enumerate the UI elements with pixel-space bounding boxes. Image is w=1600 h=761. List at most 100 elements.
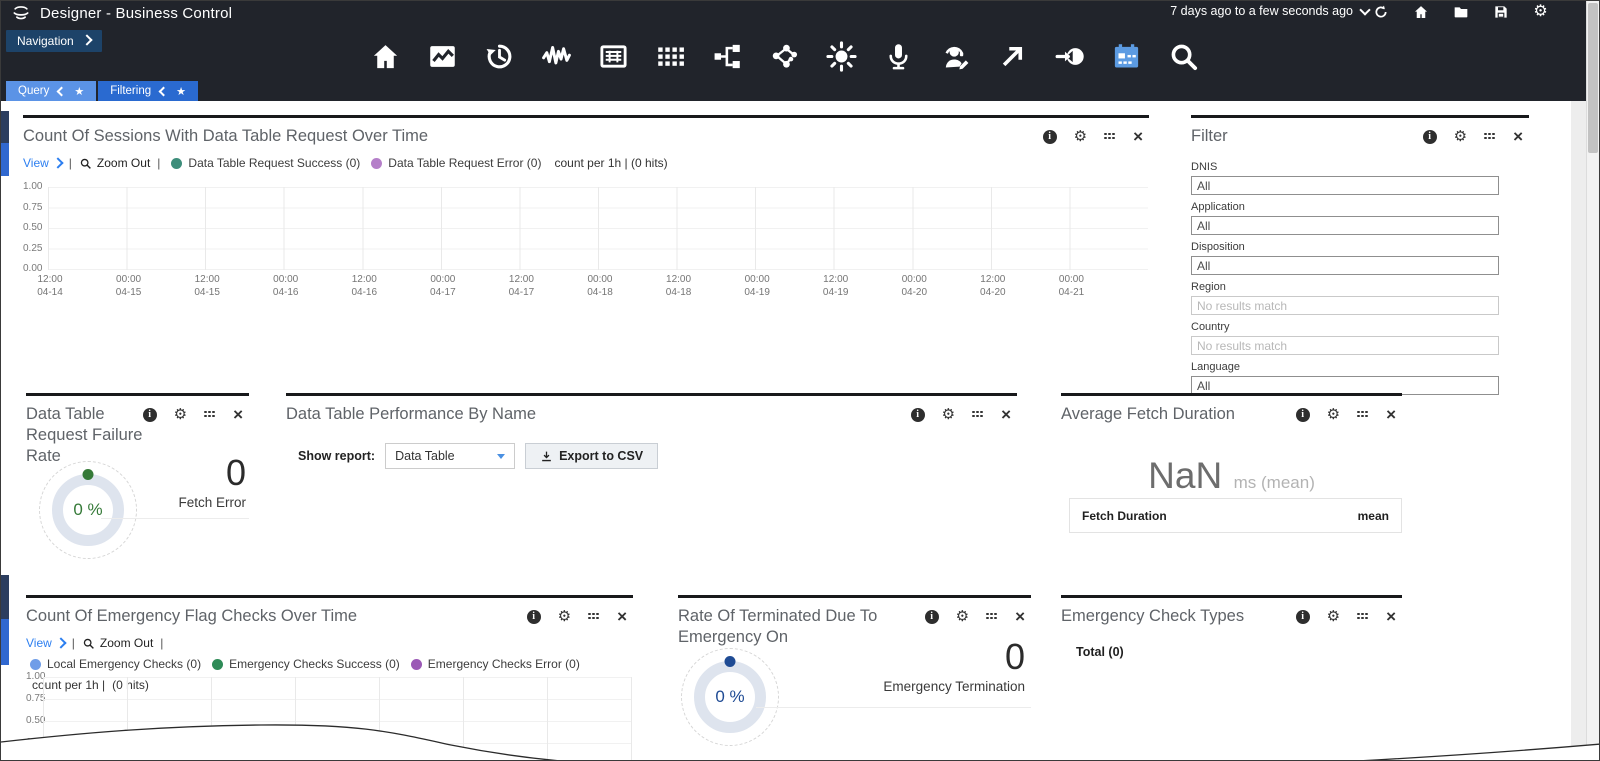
settings-icon[interactable]: ⚙ bbox=[956, 609, 969, 624]
x-axis-label: 00:0004-19 bbox=[744, 273, 770, 299]
agent-icon[interactable] bbox=[939, 39, 972, 74]
report-select[interactable]: Data Table bbox=[385, 443, 515, 469]
close-icon[interactable]: × bbox=[1133, 130, 1143, 144]
x-axis-label: 00:0004-15 bbox=[116, 273, 142, 299]
flow-icon[interactable] bbox=[711, 39, 744, 74]
stat-unit: ms (mean) bbox=[1234, 473, 1315, 492]
move-icon[interactable] bbox=[986, 613, 998, 621]
network-icon[interactable] bbox=[768, 39, 801, 74]
info-icon[interactable] bbox=[1423, 130, 1437, 144]
zoom-out-label: Zoom Out bbox=[100, 636, 153, 650]
refresh-icon[interactable] bbox=[1372, 3, 1389, 20]
info-icon[interactable] bbox=[911, 408, 925, 422]
sun-icon[interactable] bbox=[825, 39, 858, 74]
settings-icon[interactable]: ⚙ bbox=[174, 407, 187, 422]
legend-item[interactable]: Emergency Checks Success (0) bbox=[212, 657, 400, 671]
close-icon[interactable]: × bbox=[1386, 408, 1396, 422]
arrow-up-right-icon[interactable] bbox=[996, 39, 1029, 74]
close-icon[interactable]: × bbox=[1513, 130, 1523, 144]
filter-field-label: Language bbox=[1191, 361, 1529, 373]
tab-query[interactable]: Query bbox=[6, 81, 96, 101]
zoom-out-button[interactable]: Zoom Out bbox=[82, 636, 153, 650]
series-dot-icon bbox=[212, 659, 223, 670]
x-axis-label: 00:0004-18 bbox=[587, 273, 613, 299]
view-link[interactable]: View bbox=[26, 636, 65, 650]
time-range-picker[interactable]: 7 days ago to a few seconds ago bbox=[1170, 4, 1369, 18]
move-icon[interactable] bbox=[1484, 133, 1496, 141]
close-icon[interactable]: × bbox=[617, 610, 627, 624]
settings-icon[interactable]: ⚙ bbox=[1532, 3, 1549, 20]
view-link[interactable]: View bbox=[23, 156, 62, 170]
filter-input-application[interactable] bbox=[1191, 216, 1499, 235]
info-icon[interactable] bbox=[143, 408, 157, 422]
x-axis-label: 12:0004-16 bbox=[351, 273, 377, 299]
save-icon[interactable] bbox=[1492, 3, 1509, 20]
settings-icon[interactable]: ⚙ bbox=[1327, 407, 1340, 422]
microphone-icon[interactable] bbox=[882, 39, 915, 74]
folder-icon[interactable] bbox=[1452, 3, 1469, 20]
info-icon[interactable] bbox=[925, 610, 939, 624]
x-axis-label: 12:0004-15 bbox=[194, 273, 220, 299]
panel-avg-fetch: Average Fetch Duration ⚙× NaN ms (mean) … bbox=[1061, 393, 1402, 545]
legend-item[interactable]: Data Table Request Success (0) bbox=[171, 156, 360, 170]
data-table-icon[interactable] bbox=[597, 39, 630, 74]
scrollbar-thumb[interactable] bbox=[1588, 3, 1598, 153]
settings-icon[interactable]: ⚙ bbox=[942, 407, 955, 422]
move-icon[interactable] bbox=[588, 613, 600, 621]
view-label: View bbox=[23, 156, 49, 170]
gauge-needle-dot bbox=[725, 656, 736, 667]
favorite-star-icon[interactable] bbox=[74, 85, 84, 98]
sign-in-icon[interactable] bbox=[1053, 39, 1086, 74]
navigation-button[interactable]: Navigation bbox=[6, 30, 102, 52]
magnifier-icon bbox=[82, 637, 95, 650]
series-dot-icon bbox=[30, 659, 41, 670]
gauge: 0 % bbox=[694, 661, 766, 733]
settings-icon[interactable]: ⚙ bbox=[1327, 609, 1340, 624]
legend: Local Emergency Checks (0) Emergency Chec… bbox=[26, 657, 580, 671]
filter-input-disposition[interactable] bbox=[1191, 256, 1499, 275]
download-icon bbox=[540, 450, 553, 463]
close-icon[interactable]: × bbox=[1015, 610, 1025, 624]
search-icon[interactable] bbox=[1167, 39, 1200, 74]
filter-input-dnis[interactable] bbox=[1191, 176, 1499, 195]
settings-icon[interactable]: ⚙ bbox=[1074, 129, 1087, 144]
filter-input-country[interactable] bbox=[1191, 336, 1499, 355]
favorite-star-icon[interactable] bbox=[176, 85, 186, 98]
chart-plot-area bbox=[43, 677, 632, 761]
pulse-icon[interactable] bbox=[540, 39, 573, 74]
move-icon[interactable] bbox=[204, 411, 216, 419]
panel-actions: ⚙× bbox=[527, 609, 627, 624]
settings-icon[interactable]: ⚙ bbox=[1454, 129, 1467, 144]
move-icon[interactable] bbox=[1357, 613, 1369, 621]
move-icon[interactable] bbox=[972, 411, 984, 419]
legend-item[interactable]: Emergency Checks Error (0) bbox=[411, 657, 580, 671]
chart-icon[interactable] bbox=[426, 39, 459, 74]
move-icon[interactable] bbox=[1104, 133, 1116, 141]
info-icon[interactable] bbox=[1043, 130, 1057, 144]
info-icon[interactable] bbox=[1296, 610, 1310, 624]
export-csv-button[interactable]: Export to CSV bbox=[525, 443, 658, 469]
move-icon[interactable] bbox=[1357, 411, 1369, 419]
grid-icon[interactable] bbox=[654, 39, 687, 74]
header-actions: ⚙ bbox=[1372, 3, 1549, 20]
settings-icon[interactable]: ⚙ bbox=[558, 609, 571, 624]
calendar-icon[interactable] bbox=[1110, 39, 1143, 74]
chevron-left-icon bbox=[159, 86, 169, 96]
legend-item[interactable]: Data Table Request Error (0) bbox=[371, 156, 541, 170]
zoom-out-button[interactable]: Zoom Out bbox=[79, 156, 150, 170]
history-icon[interactable] bbox=[483, 39, 516, 74]
close-icon[interactable]: × bbox=[1001, 408, 1011, 422]
vertical-scrollbar[interactable] bbox=[1586, 1, 1599, 760]
x-axis-label: 00:0004-17 bbox=[430, 273, 456, 299]
close-icon[interactable]: × bbox=[233, 408, 243, 422]
legend-item[interactable]: Local Emergency Checks (0) bbox=[30, 657, 201, 671]
legend-label: Data Table Request Error (0) bbox=[388, 156, 541, 170]
home-icon[interactable] bbox=[1412, 3, 1429, 20]
info-icon[interactable] bbox=[1296, 408, 1310, 422]
info-icon[interactable] bbox=[527, 610, 541, 624]
tab-filtering[interactable]: Filtering bbox=[98, 81, 198, 101]
filter-input-region[interactable] bbox=[1191, 296, 1499, 315]
close-icon[interactable]: × bbox=[1386, 610, 1396, 624]
home-icon[interactable] bbox=[369, 39, 402, 74]
stat-row-agg: mean bbox=[1358, 509, 1389, 523]
